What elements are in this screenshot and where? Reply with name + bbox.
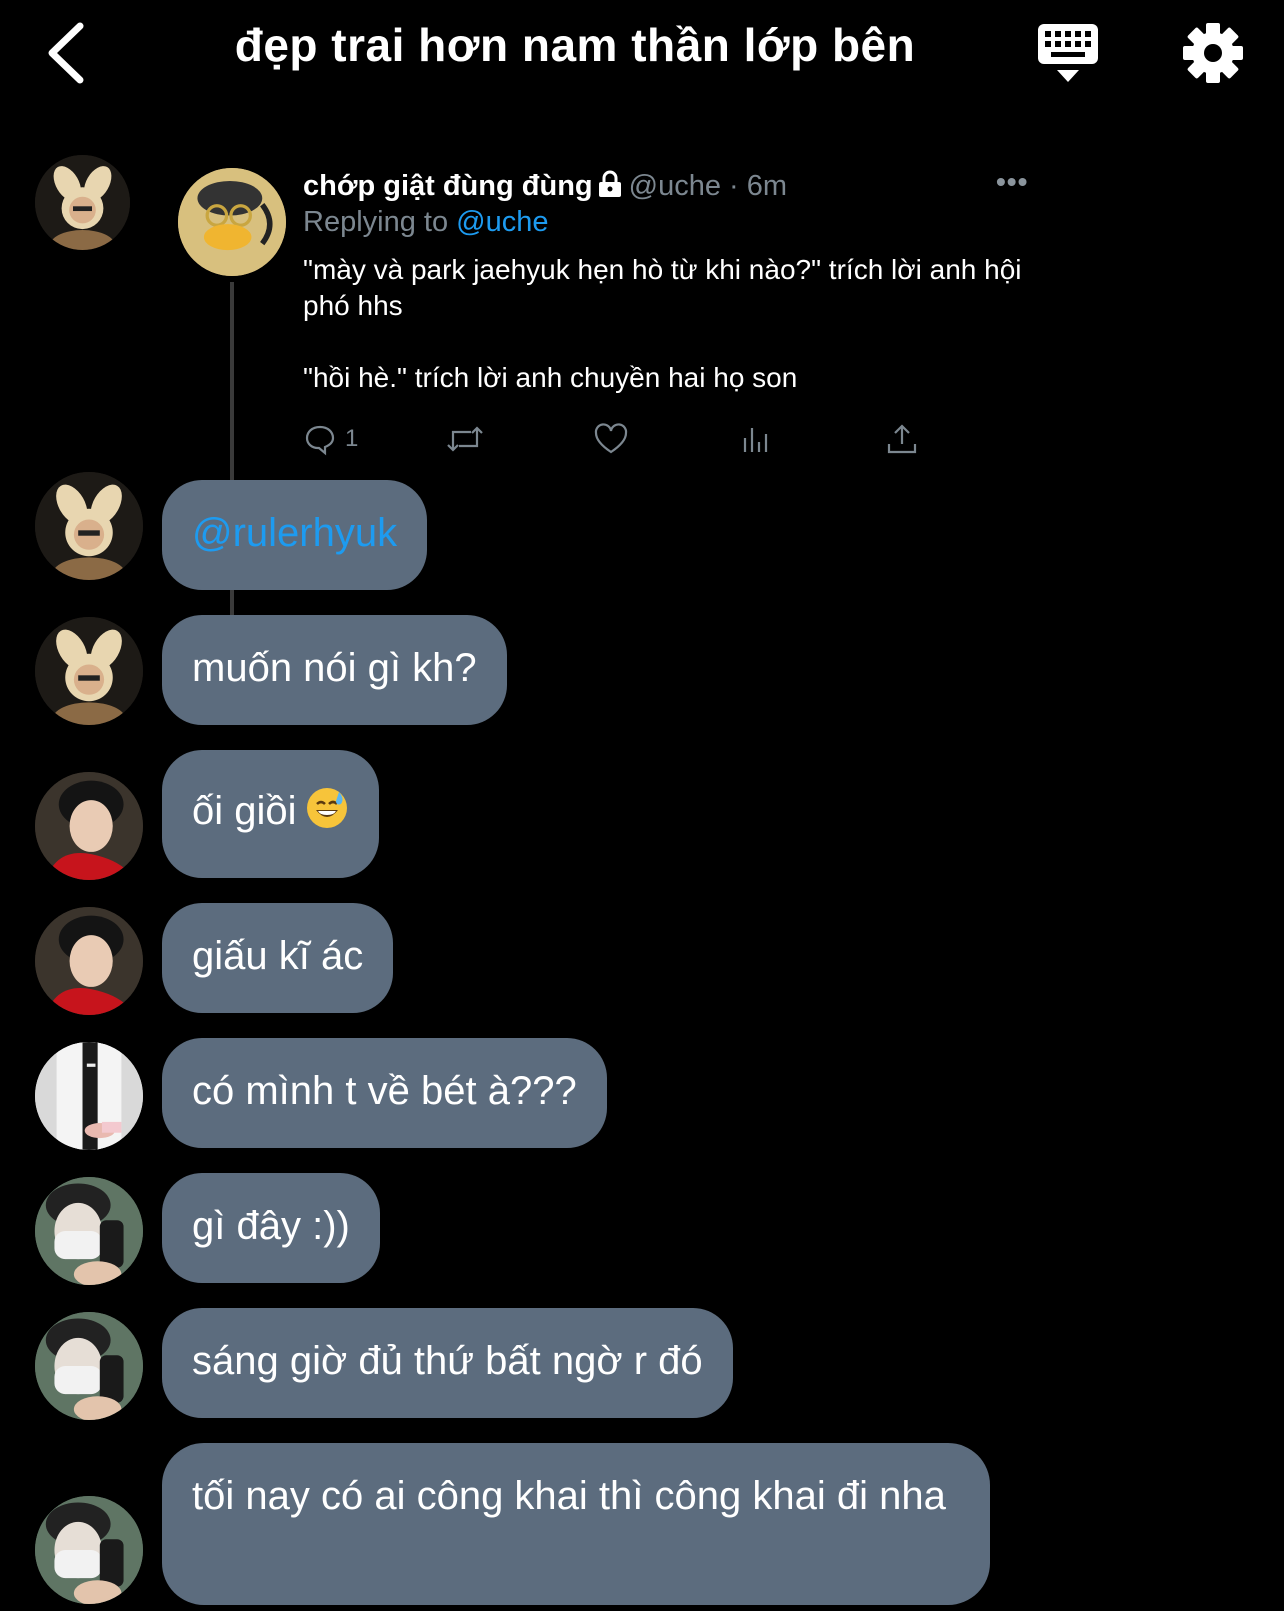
reply-button[interactable]: 1 (303, 420, 358, 458)
tweet-author-name[interactable]: chớp giật đùng đùng (303, 170, 593, 202)
tweet-time: 6m (746, 170, 788, 202)
keyboard-icon (1038, 24, 1098, 82)
tweet-handle[interactable]: @uche (629, 170, 721, 202)
bunny-ears-avatar-image (35, 472, 143, 580)
share-icon (887, 424, 917, 454)
retweet-icon (447, 426, 483, 452)
message-avatar[interactable] (35, 907, 143, 1015)
message-avatar[interactable] (35, 1312, 143, 1420)
keyboard-button[interactable] (1035, 22, 1101, 86)
conversation-title: đẹp trai hơn nam thần lớp bên (234, 19, 916, 71)
message-bubble[interactable]: sáng giờ đủ thứ bất ngờ r đó (162, 1308, 733, 1418)
tweet-text: "mày và park jaehyuk hẹn hò từ khi nào?"… (303, 252, 1023, 432)
bunny-ears-avatar-image (35, 617, 143, 725)
settings-button[interactable] (1180, 20, 1246, 86)
message-text: ối giồi (192, 789, 297, 833)
message-text: sáng giờ đủ thứ bất ngờ r đó (192, 1339, 703, 1383)
replying-label: Replying to (303, 206, 449, 238)
message-bubble[interactable]: giấu kĩ ác (162, 903, 394, 1013)
message-text: giấu kĩ ác (192, 934, 364, 978)
tweet-actions: 1 (303, 420, 943, 460)
message-bubble[interactable]: tối nay có ai công khai thì công khai đi… (162, 1443, 990, 1605)
tweet-header: chớp giật đùng đùng @uche · 6m (303, 170, 787, 206)
share-button[interactable] (885, 420, 919, 458)
message-bubble[interactable]: gì đây :)) (162, 1173, 380, 1283)
red-scarf-avatar-image (35, 907, 143, 1015)
reply-icon (305, 425, 335, 456)
meta-separator: · (720, 170, 747, 202)
red-scarf-avatar-image (35, 772, 143, 880)
message-avatar[interactable] (35, 1177, 143, 1285)
tweet-line: "hồi hè." trích lời anh chuyền hai họ so… (303, 362, 798, 393)
tweet-author-avatar[interactable] (178, 168, 286, 276)
like-button[interactable] (593, 420, 629, 458)
bunny-ears-avatar-image (35, 155, 130, 250)
message-avatar[interactable] (35, 1496, 143, 1604)
gear-icon (1183, 23, 1243, 83)
message-avatar[interactable] (35, 772, 143, 880)
message-text: gì đây :)) (192, 1204, 350, 1248)
lock-icon (597, 170, 623, 206)
sweat-smile-emoji-icon (305, 786, 349, 842)
top-bar: đẹp trai hơn nam thần lớp bên (0, 0, 1284, 110)
white-jacket-avatar-image (35, 1042, 143, 1150)
heart-icon (594, 423, 628, 454)
replying-to: Replying to @uche (303, 206, 548, 239)
message-text: muốn nói gì kh? (192, 646, 477, 690)
reply-count: 1 (345, 425, 359, 452)
message-bubble[interactable]: muốn nói gì kh? (162, 615, 507, 725)
message-bubble[interactable]: @rulerhyuk (162, 480, 428, 590)
face-mask-avatar-image (35, 1177, 143, 1285)
face-mask-avatar-image (35, 1312, 143, 1420)
chevron-left-icon (48, 22, 84, 84)
duck-avatar-image (178, 168, 286, 276)
retweet-button[interactable] (445, 420, 485, 458)
message-text: có mình t về bét à??? (192, 1069, 577, 1113)
message-avatar[interactable] (35, 617, 143, 725)
back-button[interactable] (40, 18, 100, 88)
sender-avatar[interactable] (35, 155, 130, 250)
replying-handle[interactable]: @uche (456, 206, 548, 238)
analytics-icon (743, 428, 768, 452)
tweet-line: "mày và park jaehyuk hẹn hò từ khi nào?"… (303, 254, 1022, 321)
more-options-icon[interactable]: ••• (996, 166, 1028, 198)
views-button[interactable] (739, 420, 773, 458)
message-avatar[interactable] (35, 472, 143, 580)
face-mask-avatar-image (35, 1496, 143, 1604)
message-bubble[interactable]: có mình t về bét à??? (162, 1038, 607, 1148)
shared-tweet[interactable]: chớp giật đùng đùng @uche · 6m ••• Replyi… (170, 160, 1050, 617)
message-bubble[interactable]: ối giồi (162, 750, 379, 878)
message-avatar[interactable] (35, 1042, 143, 1150)
message-text: tối nay có ai công khai thì công khai đi… (192, 1474, 946, 1518)
mention-link[interactable]: @rulerhyuk (192, 511, 397, 555)
